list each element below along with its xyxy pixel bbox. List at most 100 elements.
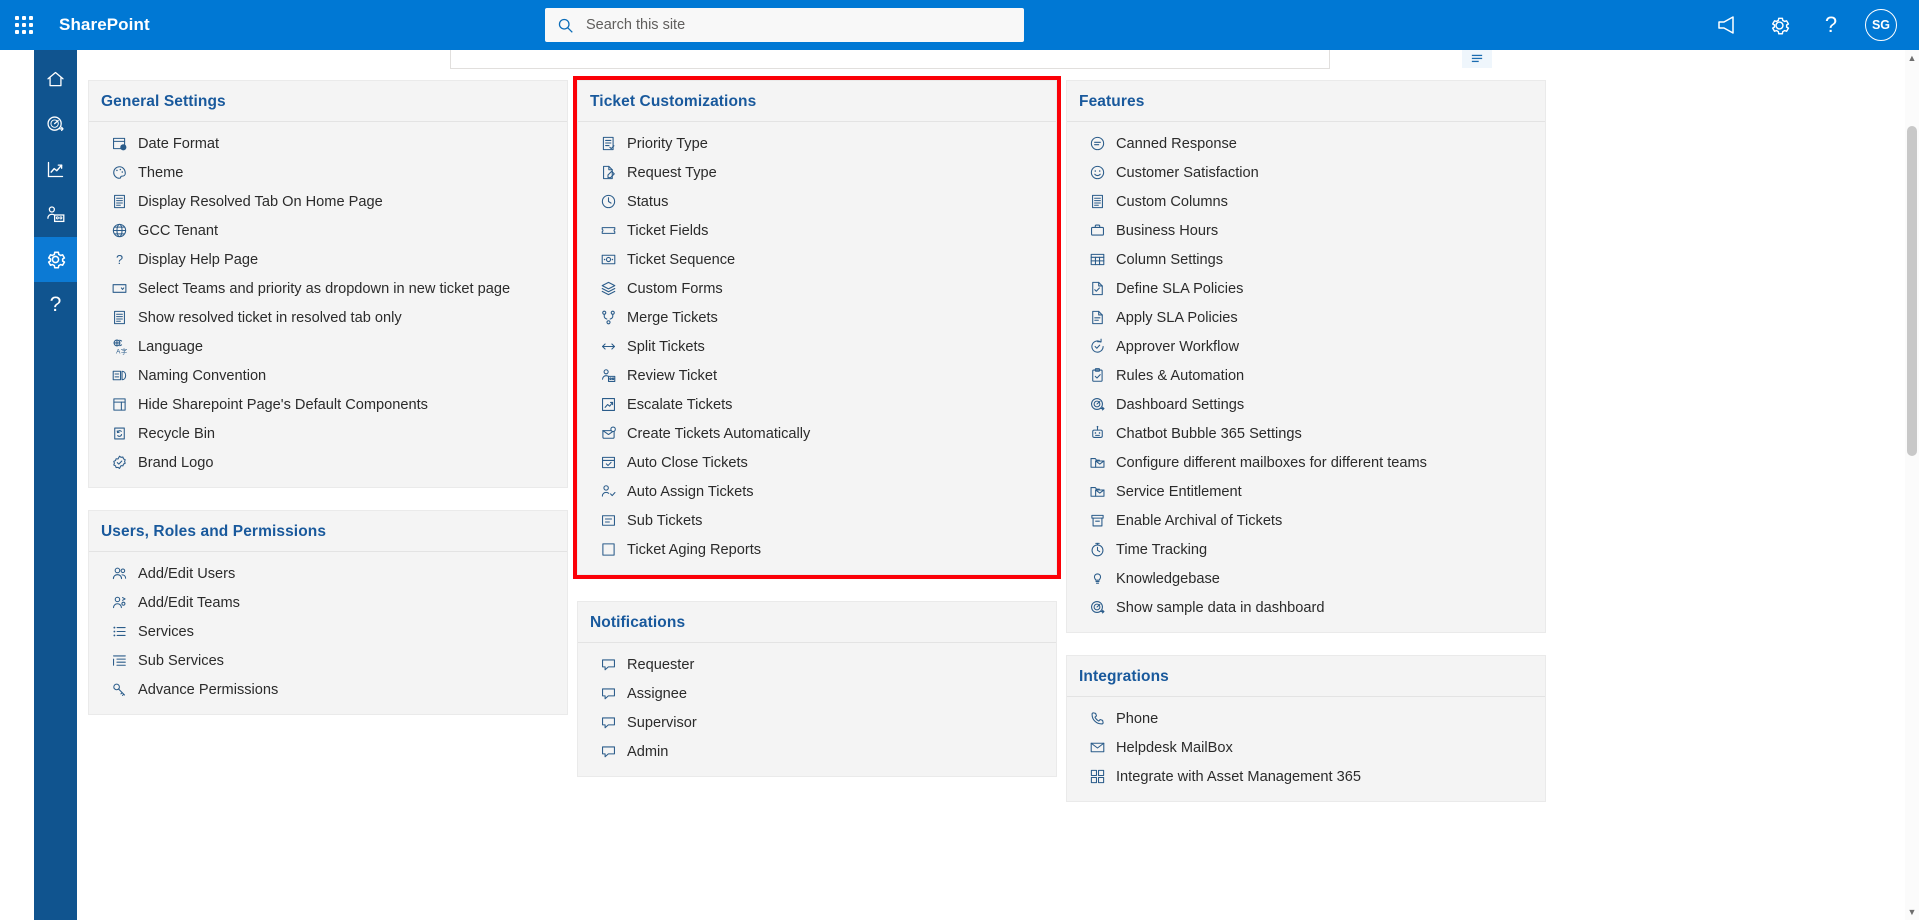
setting-item[interactable]: Enable Archival of Tickets: [1067, 506, 1545, 535]
setting-item-label: Show resolved ticket in resolved tab onl…: [138, 309, 402, 326]
rail-item-analytics[interactable]: [34, 147, 77, 192]
setting-item[interactable]: Service Entitlement: [1067, 477, 1545, 506]
setting-item[interactable]: Time Tracking: [1067, 535, 1545, 564]
setting-item[interactable]: Split Tickets: [578, 332, 1056, 361]
rail-item-settings[interactable]: [34, 237, 77, 282]
setting-item[interactable]: Auto Close Tickets: [578, 448, 1056, 477]
auto-close-icon: [602, 456, 615, 469]
scrollbar-thumb[interactable]: [1907, 126, 1917, 456]
setting-item[interactable]: Canned Response: [1067, 129, 1545, 158]
setting-item[interactable]: Show sample data in dashboard: [1067, 593, 1545, 622]
setting-item[interactable]: Column Settings: [1067, 245, 1545, 274]
setting-item[interactable]: ? Display Help Page: [89, 245, 567, 274]
setting-item[interactable]: Select Teams and priority as dropdown in…: [89, 274, 567, 303]
setting-item[interactable]: Supervisor: [578, 708, 1056, 737]
site-search-box[interactable]: [545, 8, 1024, 42]
dashboard-gauge-icon: [1091, 398, 1105, 411]
help-button[interactable]: ?: [1807, 1, 1855, 49]
dashboard-gauge-icon: [1091, 601, 1105, 614]
app-launcher-button[interactable]: [0, 0, 48, 50]
rail-item-home[interactable]: [34, 57, 77, 102]
setting-item[interactable]: Ticket Sequence: [578, 245, 1056, 274]
setting-item[interactable]: Add/Edit Teams: [89, 588, 567, 617]
vertical-scrollbar[interactable]: ▲ ▼: [1905, 50, 1919, 920]
setting-item[interactable]: Status: [578, 187, 1056, 216]
setting-item[interactable]: Auto Assign Tickets: [578, 477, 1056, 506]
setting-item[interactable]: Define SLA Policies: [1067, 274, 1545, 303]
setting-item[interactable]: Chatbot Bubble 365 Settings: [1067, 419, 1545, 448]
scroll-up-arrow[interactable]: ▲: [1905, 50, 1919, 66]
setting-item[interactable]: Theme: [89, 158, 567, 187]
setting-item-label: Create Tickets Automatically: [627, 425, 811, 442]
bullet-list-icon: [110, 622, 129, 641]
brand-title[interactable]: SharePoint: [59, 15, 150, 35]
setting-item-label: Supervisor: [627, 714, 697, 731]
setting-item[interactable]: Phone: [1067, 704, 1545, 733]
setting-item[interactable]: Custom Forms: [578, 274, 1056, 303]
setting-item[interactable]: Knowledgebase: [1067, 564, 1545, 593]
setting-item[interactable]: Helpdesk MailBox: [1067, 733, 1545, 762]
dropdown-box-icon: [112, 284, 127, 293]
avatar[interactable]: SG: [1865, 9, 1897, 41]
setting-item[interactable]: Rules & Automation: [1067, 361, 1545, 390]
setting-item[interactable]: Add/Edit Users: [89, 559, 567, 588]
list-lines-icon: [1471, 54, 1483, 62]
megaphone-button[interactable]: [1703, 1, 1751, 49]
setting-item[interactable]: Customer Satisfaction: [1067, 158, 1545, 187]
setting-item[interactable]: Date Format: [89, 129, 567, 158]
setting-item[interactable]: Sub Tickets: [578, 506, 1056, 535]
setting-item[interactable]: Display Resolved Tab On Home Page: [89, 187, 567, 216]
setting-item[interactable]: Apply SLA Policies: [1067, 303, 1545, 332]
setting-item-label: Auto Assign Tickets: [627, 483, 754, 500]
setting-item-label: Assignee: [627, 685, 688, 702]
card-body-integrations: Phone Helpdesk MailBox Integrate with Asse…: [1067, 697, 1545, 801]
rail-item-help[interactable]: ?: [34, 282, 77, 327]
setting-item-label: Language: [138, 338, 203, 355]
page-section-stub: [450, 50, 1330, 69]
setting-item-label: Rules & Automation: [1116, 367, 1245, 384]
setting-item[interactable]: Create Tickets Automatically: [578, 419, 1056, 448]
setting-item[interactable]: Ticket Aging Reports: [578, 535, 1056, 564]
setting-item[interactable]: Naming Convention: [89, 361, 567, 390]
scroll-down-arrow[interactable]: ▼: [1905, 904, 1919, 920]
rail-item-dashboard[interactable]: [34, 102, 77, 147]
setting-item[interactable]: Show resolved ticket in resolved tab onl…: [89, 303, 567, 332]
setting-item[interactable]: Review Ticket: [578, 361, 1056, 390]
merge-icon: [602, 310, 615, 325]
setting-item[interactable]: Hide Sharepoint Page's Default Component…: [89, 390, 567, 419]
setting-item[interactable]: Requester: [578, 650, 1056, 679]
setting-item[interactable]: Approver Workflow: [1067, 332, 1545, 361]
setting-item-label: Brand Logo: [138, 454, 214, 471]
sequence-number-icon: [601, 254, 616, 265]
rail-item-teams[interactable]: [34, 192, 77, 237]
setting-item-label: Sub Services: [138, 652, 224, 669]
setting-item[interactable]: Escalate Tickets: [578, 390, 1056, 419]
escalate-chart-icon: [602, 398, 615, 411]
setting-item[interactable]: Sub Services: [89, 646, 567, 675]
setting-item[interactable]: Brand Logo: [89, 448, 567, 477]
setting-item[interactable]: A 字 Language: [89, 332, 567, 361]
setting-item[interactable]: Services: [89, 617, 567, 646]
lightbulb-icon: [1088, 569, 1107, 588]
settings-button[interactable]: [1755, 1, 1803, 49]
setting-item[interactable]: Dashboard Settings: [1067, 390, 1545, 419]
setting-item[interactable]: Configure different mailboxes for differ…: [1067, 448, 1545, 477]
setting-item-label: Phone: [1116, 710, 1159, 727]
home-icon: [47, 71, 64, 87]
setting-item[interactable]: GCC Tenant: [89, 216, 567, 245]
mailbox-folder-icon: [1090, 458, 1105, 468]
setting-item[interactable]: Merge Tickets: [578, 303, 1056, 332]
setting-item[interactable]: Priority Type: [578, 129, 1056, 158]
setting-item[interactable]: Recycle Bin: [89, 419, 567, 448]
list-view-button[interactable]: [1462, 50, 1492, 68]
setting-item[interactable]: Admin: [578, 737, 1056, 766]
setting-item[interactable]: Assignee: [578, 679, 1056, 708]
setting-item[interactable]: Advance Permissions: [89, 675, 567, 704]
setting-item[interactable]: Custom Columns: [1067, 187, 1545, 216]
list-document-icon: [110, 308, 129, 327]
setting-item[interactable]: Business Hours: [1067, 216, 1545, 245]
search-input[interactable]: [584, 16, 1012, 34]
setting-item[interactable]: Request Type: [578, 158, 1056, 187]
setting-item[interactable]: Integrate with Asset Management 365: [1067, 762, 1545, 791]
setting-item[interactable]: Ticket Fields: [578, 216, 1056, 245]
